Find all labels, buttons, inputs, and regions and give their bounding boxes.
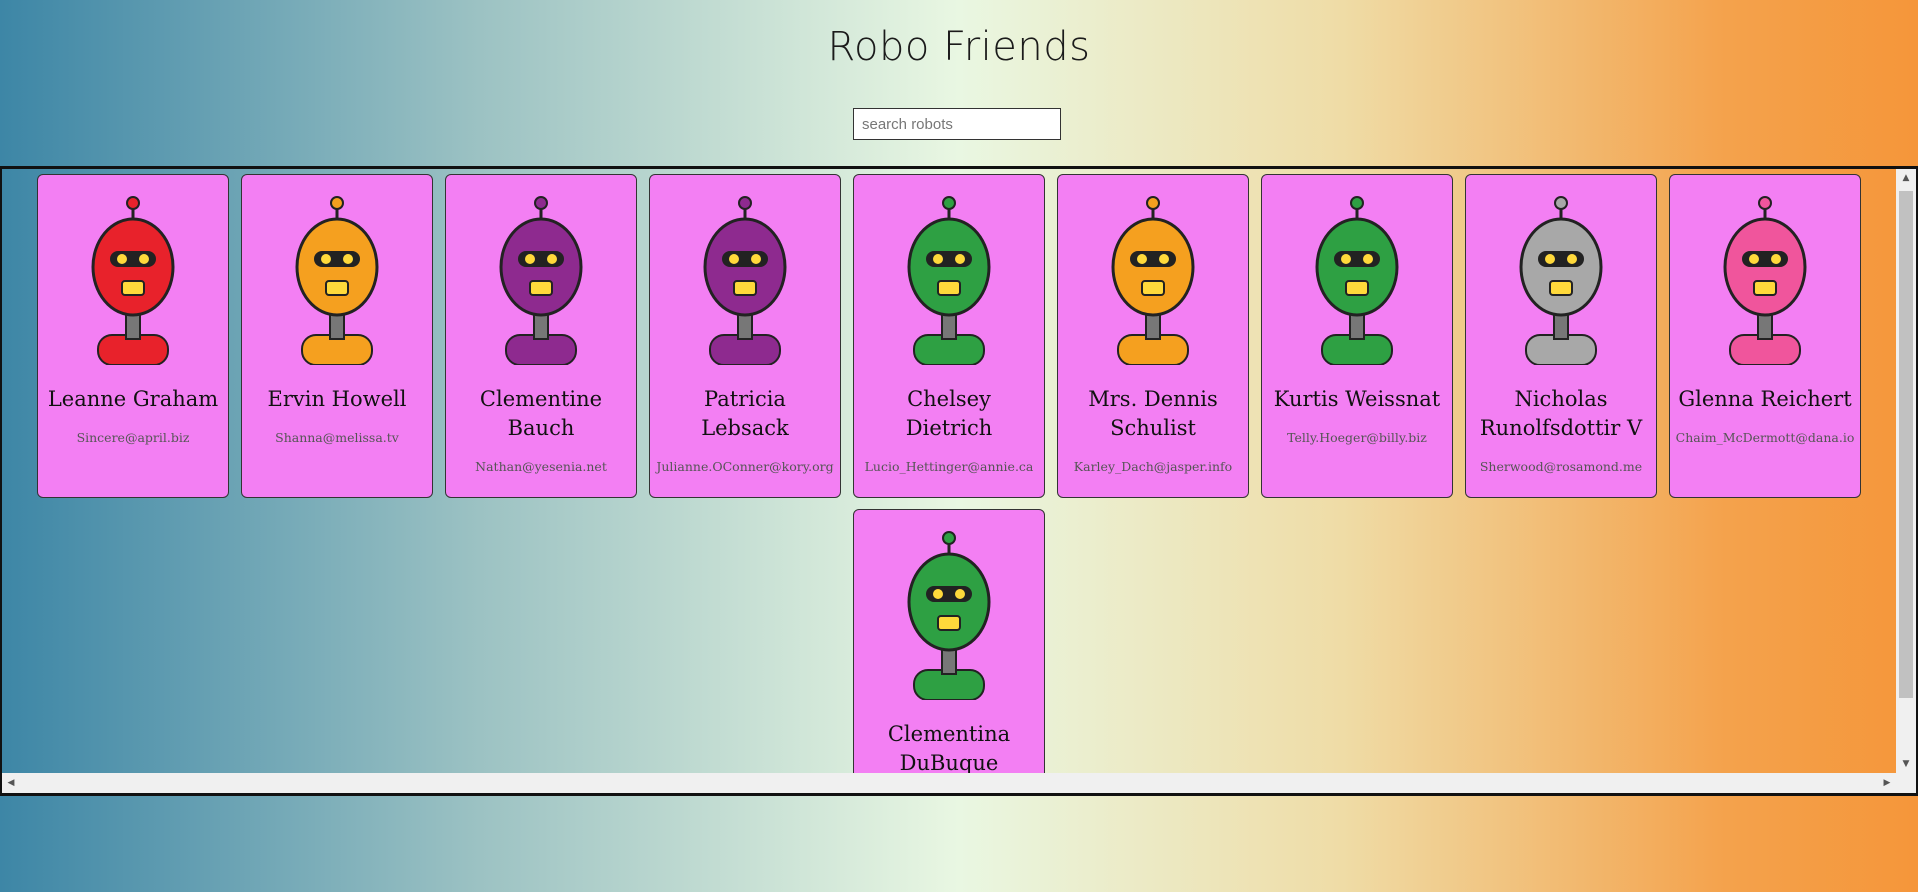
robot-avatar-icon	[1723, 196, 1807, 365]
robot-name: Glenna Reichert	[1678, 387, 1852, 411]
robot-email: Rey.Padberg@karina.biz	[854, 794, 1044, 796]
robot-name: Leanne Graham	[47, 387, 219, 411]
robot-name: Nicholas Runolfsdottir V	[1479, 387, 1643, 440]
scrollbar-corner	[1896, 773, 1916, 793]
robot-name: Mrs. Dennis Schulist	[1088, 387, 1218, 440]
robot-email: Nathan@yesenia.net	[475, 459, 607, 474]
robot-avatar-icon	[703, 196, 787, 365]
vertical-scrollbar[interactable]: ▲ ▼	[1896, 169, 1916, 773]
robot-name: Clementine Bauch	[479, 387, 603, 440]
robot-email: Chaim_McDermott@dana.io	[1675, 430, 1855, 445]
scroll-down-icon[interactable]: ▼	[1896, 755, 1916, 773]
robot-avatar-icon	[1519, 196, 1603, 365]
robot-name: Clementina DuBuque	[887, 722, 1011, 775]
robot-email: Karley_Dach@jasper.info	[1073, 459, 1233, 474]
robot-email: Telly.Hoeger@billy.biz	[1287, 430, 1427, 445]
robot-avatar-icon	[295, 196, 379, 365]
robot-email: Sherwood@rosamond.me	[1479, 459, 1643, 474]
scroll-left-icon[interactable]: ◀	[2, 773, 20, 793]
robot-list-scroll-container[interactable]: Leanne Graham Sincere@april.biz Ervin Howe…	[0, 166, 1918, 796]
robot-card: Clementina DuBuque Rey.Padberg@karina.biz	[853, 509, 1045, 796]
page-title: Robo Friends	[827, 24, 1091, 70]
robot-avatar-icon	[907, 531, 991, 700]
robot-card: Mrs. Dennis Schulist Karley_Dach@jasper.i…	[1057, 174, 1249, 498]
robot-avatar-icon	[907, 196, 991, 365]
robot-card: Chelsey Dietrich Lucio_Hettinger@annie.ca	[853, 174, 1045, 498]
robot-name: Patricia Lebsack	[701, 387, 789, 440]
robot-card: Leanne Graham Sincere@april.biz	[37, 174, 229, 498]
robot-card: Kurtis Weissnat Telly.Hoeger@billy.biz	[1261, 174, 1453, 498]
robot-email: Lucio_Hettinger@annie.ca	[864, 459, 1034, 474]
robot-email: Sincere@april.biz	[76, 430, 190, 445]
robot-name: Chelsey Dietrich	[905, 387, 993, 440]
robot-avatar-icon	[1111, 196, 1195, 365]
robot-card: Ervin Howell Shanna@melissa.tv	[241, 174, 433, 498]
vertical-scroll-thumb[interactable]	[1899, 191, 1913, 698]
robot-email: Julianne.OConner@kory.org	[656, 459, 834, 474]
robot-email: Shanna@melissa.tv	[275, 430, 399, 445]
horizontal-scrollbar[interactable]: ◀ ▶	[2, 773, 1896, 793]
robot-name: Ervin Howell	[267, 387, 407, 411]
robot-avatar-icon	[91, 196, 175, 365]
robot-card: Glenna Reichert Chaim_McDermott@dana.io	[1669, 174, 1861, 498]
robot-card: Clementine Bauch Nathan@yesenia.net	[445, 174, 637, 498]
scroll-right-icon[interactable]: ▶	[1878, 773, 1896, 793]
robot-card: Patricia Lebsack Julianne.OConner@kory.or…	[649, 174, 841, 498]
scroll-up-icon[interactable]: ▲	[1896, 169, 1916, 187]
robot-name: Kurtis Weissnat	[1273, 387, 1441, 411]
search-input[interactable]	[853, 108, 1061, 140]
robot-avatar-icon	[1315, 196, 1399, 365]
robot-avatar-icon	[499, 196, 583, 365]
robot-card: Nicholas Runolfsdottir V Sherwood@rosamon…	[1465, 174, 1657, 498]
